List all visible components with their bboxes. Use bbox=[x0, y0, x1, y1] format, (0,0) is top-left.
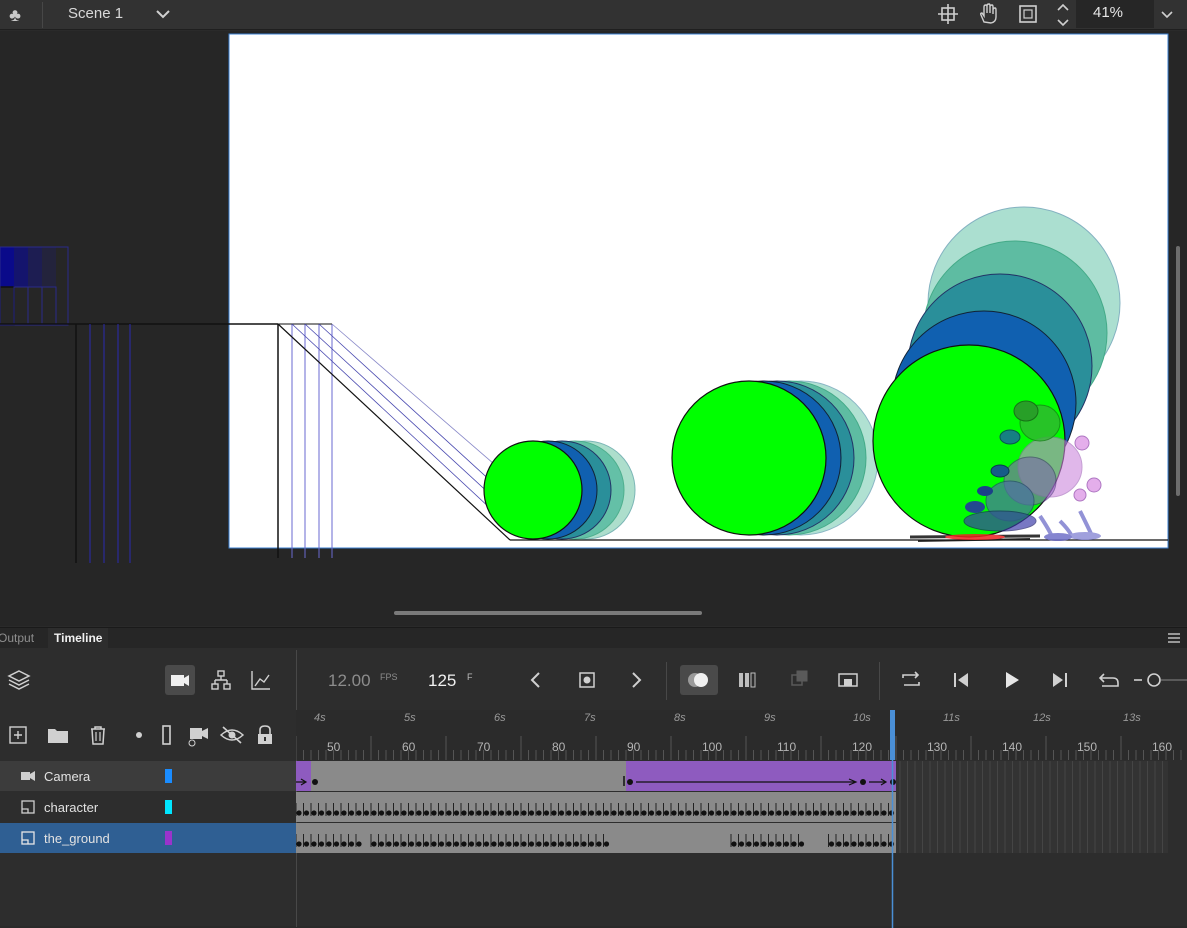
timeline-ruler[interactable]: 4s 5s 6s 7s 8s 9s 10s 11s 12s 13s 50 60 … bbox=[296, 710, 1187, 760]
layer-color-swatch[interactable] bbox=[165, 831, 172, 845]
edit-multiple-frames-icon[interactable] bbox=[733, 665, 763, 695]
insert-frame-icon[interactable] bbox=[833, 665, 863, 695]
ruler-second-label: 13s bbox=[1123, 712, 1141, 724]
next-keyframe-icon[interactable] bbox=[621, 665, 651, 695]
ball-small[interactable] bbox=[483, 440, 583, 540]
onion-skin-button[interactable] bbox=[680, 665, 718, 695]
lock-all-icon[interactable] bbox=[250, 720, 280, 750]
insert-keyframe-icon[interactable] bbox=[572, 665, 602, 695]
tab-timeline[interactable]: Timeline bbox=[48, 628, 109, 648]
step-back-icon[interactable] bbox=[946, 665, 976, 695]
ruler-second-label: 4s bbox=[314, 712, 326, 724]
layer-row-the-ground[interactable]: the_ground bbox=[0, 823, 296, 853]
ruler-second-label: 10s bbox=[853, 712, 871, 724]
panel-menu-icon[interactable] bbox=[1166, 632, 1182, 644]
delete-layer-icon[interactable] bbox=[83, 720, 113, 750]
layer-icon bbox=[21, 800, 35, 814]
zoom-input[interactable]: 41% bbox=[1076, 0, 1154, 28]
prev-keyframe-icon[interactable] bbox=[521, 665, 551, 695]
fps-value[interactable]: 12.00 bbox=[328, 671, 371, 691]
layer-row-character[interactable]: character bbox=[0, 792, 296, 822]
camera-tween-span[interactable] bbox=[626, 761, 896, 791]
outline-toggle-icon[interactable] bbox=[152, 720, 182, 750]
layer-row-camera[interactable]: Camera bbox=[0, 761, 296, 791]
ball-medium-onion bbox=[671, 380, 879, 536]
frame-unit: F bbox=[467, 672, 473, 682]
camera-tool-button[interactable] bbox=[165, 665, 195, 695]
edit-bar: ♣ Scene 1 41% bbox=[0, 0, 1187, 30]
toolbar-divider bbox=[666, 662, 667, 700]
camera-icon bbox=[21, 771, 35, 781]
snap-to-object-icon[interactable] bbox=[936, 2, 960, 26]
new-layer-icon[interactable] bbox=[3, 720, 33, 750]
toolbar-divider bbox=[879, 662, 880, 700]
camera-icon bbox=[171, 675, 189, 686]
ruler-second-label: 9s bbox=[764, 712, 776, 724]
vertical-scrollbar[interactable] bbox=[1176, 246, 1180, 496]
ruler-second-label: 8s bbox=[674, 712, 686, 724]
layer-color-swatch[interactable] bbox=[165, 800, 172, 814]
layer-color-swatch[interactable] bbox=[165, 769, 172, 783]
onion-skin-icon bbox=[688, 673, 708, 687]
layer-icon bbox=[21, 831, 35, 845]
ruler-frame-label: 160 bbox=[1152, 740, 1173, 754]
loop-playback-icon[interactable] bbox=[896, 665, 926, 695]
ball-small-onion bbox=[483, 440, 636, 540]
layer-name[interactable]: the_ground bbox=[44, 831, 110, 846]
panel-tab-strip: Output Timeline bbox=[0, 628, 1187, 648]
ruler-frame-label: 150 bbox=[1077, 740, 1098, 754]
rewind-icon[interactable] bbox=[1094, 665, 1124, 695]
ruler-frame-label: 70 bbox=[477, 740, 491, 754]
new-folder-icon[interactable] bbox=[43, 720, 73, 750]
ruler-second-label: 11s bbox=[943, 712, 960, 724]
layers-stack-icon[interactable] bbox=[4, 665, 34, 695]
ruler-ticks bbox=[296, 736, 1182, 760]
attach-camera-icon[interactable] bbox=[184, 720, 214, 750]
layer-name[interactable]: Camera bbox=[44, 769, 90, 784]
frames-grid[interactable] bbox=[296, 761, 1187, 854]
zoom-chevron-down-icon[interactable] bbox=[1156, 2, 1178, 26]
layer-parenting-icon[interactable] bbox=[206, 665, 236, 695]
pasteboard[interactable] bbox=[0, 31, 1187, 626]
ruler-frame-label: 110 bbox=[777, 740, 797, 754]
ruler-frame-label: 50 bbox=[327, 740, 341, 754]
current-frame[interactable]: 125 bbox=[428, 671, 456, 691]
camera-tween-start[interactable] bbox=[296, 761, 311, 791]
hand-tool-icon[interactable] bbox=[976, 2, 1000, 26]
ball-medium[interactable] bbox=[671, 380, 827, 536]
timeline-panel: Output Timeline 12.00 FPS 125 F 4s 5s 6s… bbox=[0, 627, 1187, 928]
ruler-second-label: 12s bbox=[1033, 712, 1051, 724]
ruler-frame-label: 130 bbox=[927, 740, 948, 754]
paste-frames-icon[interactable] bbox=[784, 665, 814, 695]
ruler-second-label: 5s bbox=[404, 712, 416, 724]
ruler-second-label: 6s bbox=[494, 712, 506, 724]
ruler-frame-label: 80 bbox=[552, 740, 566, 754]
ruler-frame-label: 100 bbox=[702, 740, 723, 754]
scene-name[interactable]: Scene 1 bbox=[68, 5, 123, 22]
offstage-blocks bbox=[0, 246, 69, 326]
clip-canvas-icon[interactable] bbox=[1016, 2, 1040, 26]
hide-all-icon[interactable] bbox=[217, 720, 247, 750]
step-forward-icon[interactable] bbox=[1045, 665, 1075, 695]
layer-name[interactable]: character bbox=[44, 800, 98, 815]
ruler-frame-label: 120 bbox=[852, 740, 873, 754]
fps-unit: FPS bbox=[380, 672, 398, 682]
zoom-stepper-icon[interactable] bbox=[1054, 0, 1072, 30]
ruler-second-label: 7s bbox=[584, 712, 596, 724]
stage-canvas[interactable] bbox=[0, 31, 1187, 626]
zoom-frames-slider[interactable] bbox=[1132, 670, 1187, 690]
graph-editor-icon[interactable] bbox=[246, 665, 276, 695]
ruler-frame-label: 60 bbox=[402, 740, 416, 754]
clubs-scene-icon[interactable]: ♣ bbox=[4, 4, 26, 26]
divider bbox=[42, 2, 43, 28]
horizontal-scrollbar[interactable] bbox=[394, 611, 702, 615]
playhead[interactable] bbox=[890, 710, 895, 928]
chevron-down-icon[interactable] bbox=[152, 2, 174, 26]
tab-output[interactable]: Output bbox=[0, 628, 40, 648]
play-icon[interactable] bbox=[996, 665, 1026, 695]
ruler-frame-label: 140 bbox=[1002, 740, 1023, 754]
ruler-frame-label: 90 bbox=[627, 740, 641, 754]
highlight-dot-icon[interactable] bbox=[124, 720, 154, 750]
